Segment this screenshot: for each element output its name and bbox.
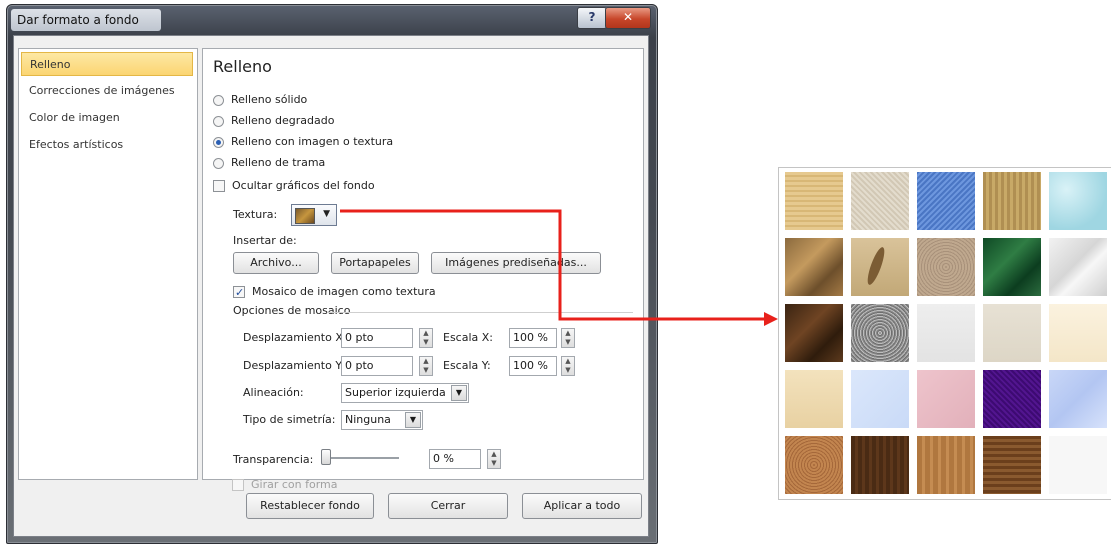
close-window-button[interactable]: ✕ [605, 7, 651, 29]
texture-granite[interactable] [851, 304, 909, 362]
rotate-with-shape-checkbox[interactable]: Girar con forma [232, 476, 338, 494]
texture-bouquet[interactable] [1049, 370, 1107, 428]
arrow-line [340, 209, 764, 321]
texture-cork[interactable] [785, 436, 843, 494]
texture-medium-wood[interactable] [983, 436, 1041, 494]
radio-solid-fill[interactable]: Relleno sólido [213, 91, 307, 109]
arrow-head [764, 312, 778, 326]
checkbox-label: Ocultar gráficos del fondo [232, 179, 375, 192]
chevron-down-icon: ▼ [323, 209, 330, 219]
tile-options-label: Opciones de mosaico [233, 304, 351, 317]
nav-item-correcciones[interactable]: Correcciones de imágenes [21, 79, 193, 103]
panel-title: Relleno [213, 57, 272, 76]
scale-y-input[interactable]: 100 % [509, 356, 557, 376]
insert-from-label: Insertar de: [233, 234, 297, 247]
reset-background-button[interactable]: Restablecer fondo [246, 493, 374, 519]
texture-blue-tissue-paper[interactable] [851, 370, 909, 428]
texture-fish-fossil[interactable] [851, 238, 909, 296]
texture-green-marble[interactable] [983, 238, 1041, 296]
transparency-slider-thumb[interactable] [321, 449, 331, 465]
texture-label: Textura: [233, 208, 278, 221]
help-button[interactable]: ? [577, 7, 607, 29]
texture-walnut[interactable] [851, 436, 909, 494]
alignment-value: Superior izquierda [345, 386, 446, 399]
texture-parchment[interactable] [1049, 304, 1107, 362]
texture-white-marble[interactable] [1049, 238, 1107, 296]
radio-pattern-fill[interactable]: Relleno de trama [213, 154, 325, 172]
radio-label: Relleno con imagen o textura [231, 135, 394, 148]
transparency-slider-track[interactable] [321, 457, 399, 459]
mirror-type-label: Tipo de simetría: [243, 413, 336, 426]
texture-woven-mat[interactable] [983, 172, 1041, 230]
texture-brown-marble[interactable] [785, 304, 843, 362]
texture-denim[interactable] [917, 172, 975, 230]
checkbox[interactable] [233, 284, 245, 302]
texture-purple-mesh[interactable] [983, 370, 1041, 428]
texture-swatch-icon [295, 208, 315, 224]
scale-y-label: Escala Y: [443, 359, 491, 372]
texture-empty [1049, 436, 1107, 494]
texture-papyrus[interactable] [785, 172, 843, 230]
radio-gradient-fill[interactable]: Relleno degradado [213, 112, 334, 130]
hide-background-graphics-checkbox[interactable]: Ocultar gráficos del fondo [213, 177, 375, 195]
radio-button[interactable] [213, 136, 224, 148]
radio-picture-texture-fill[interactable]: Relleno con imagen o textura [213, 133, 393, 151]
nav-item-color[interactable]: Color de imagen [21, 106, 193, 130]
file-button[interactable]: Archivo... [233, 252, 319, 274]
texture-newsprint[interactable] [917, 304, 975, 362]
radio-label: Relleno degradado [231, 114, 335, 127]
alignment-select[interactable]: Superior izquierda ▼ [341, 383, 469, 403]
texture-pink-tissue-paper[interactable] [917, 370, 975, 428]
mirror-type-value: Ninguna [345, 413, 391, 426]
texture-gallery [778, 167, 1111, 500]
radio-button[interactable] [213, 115, 224, 127]
checkbox[interactable] [213, 180, 225, 192]
texture-sand[interactable] [917, 238, 975, 296]
texture-paper-bag[interactable] [785, 238, 843, 296]
texture-canvas[interactable] [851, 172, 909, 230]
mirror-type-select[interactable]: Ninguna ▼ [341, 410, 423, 430]
scale-y-spinner[interactable]: ▲ ▼ [561, 356, 575, 376]
offset-y-spinner[interactable]: ▲ ▼ [419, 356, 433, 376]
transparency-label: Transparencia: [233, 453, 314, 466]
texture-dropdown-button[interactable]: ▼ [291, 204, 337, 226]
apply-to-all-button[interactable]: Aplicar a todo [522, 493, 642, 519]
chevron-down-icon[interactable]: ▼ [451, 385, 467, 401]
texture-stationery[interactable] [785, 370, 843, 428]
offset-y-label: Desplazamiento Y: [243, 359, 345, 372]
radio-label: Relleno de trama [231, 156, 326, 169]
title-bar[interactable]: Dar formato a fondo ? ✕ [7, 5, 657, 35]
radio-button[interactable] [213, 94, 224, 106]
dialog-title: Dar formato a fondo [17, 13, 139, 27]
offset-y-input[interactable]: 0 pto [341, 356, 413, 376]
transparency-spinner[interactable]: ▲ ▼ [487, 449, 501, 469]
texture-recycled-paper[interactable] [983, 304, 1041, 362]
radio-button[interactable] [213, 157, 224, 169]
offset-x-label: Desplazamiento X: [243, 331, 347, 344]
nav-item-efectos[interactable]: Efectos artísticos [21, 133, 193, 157]
checkbox-label: Girar con forma [251, 478, 338, 491]
red-arrow-connector [340, 209, 778, 326]
nav-item-relleno[interactable]: Relleno [21, 52, 193, 76]
close-button[interactable]: Cerrar [388, 493, 508, 519]
texture-water-droplets[interactable] [1049, 172, 1107, 230]
checkbox[interactable] [232, 479, 244, 491]
fish-fossil-icon [864, 245, 888, 287]
transparency-input[interactable]: 0 % [429, 449, 481, 469]
chevron-down-icon[interactable]: ▼ [405, 412, 421, 428]
category-nav: Relleno Correcciones de imágenes Color d… [18, 48, 198, 480]
alignment-label: Alineación: [243, 386, 304, 399]
radio-label: Relleno sólido [231, 93, 308, 106]
texture-oak[interactable] [917, 436, 975, 494]
